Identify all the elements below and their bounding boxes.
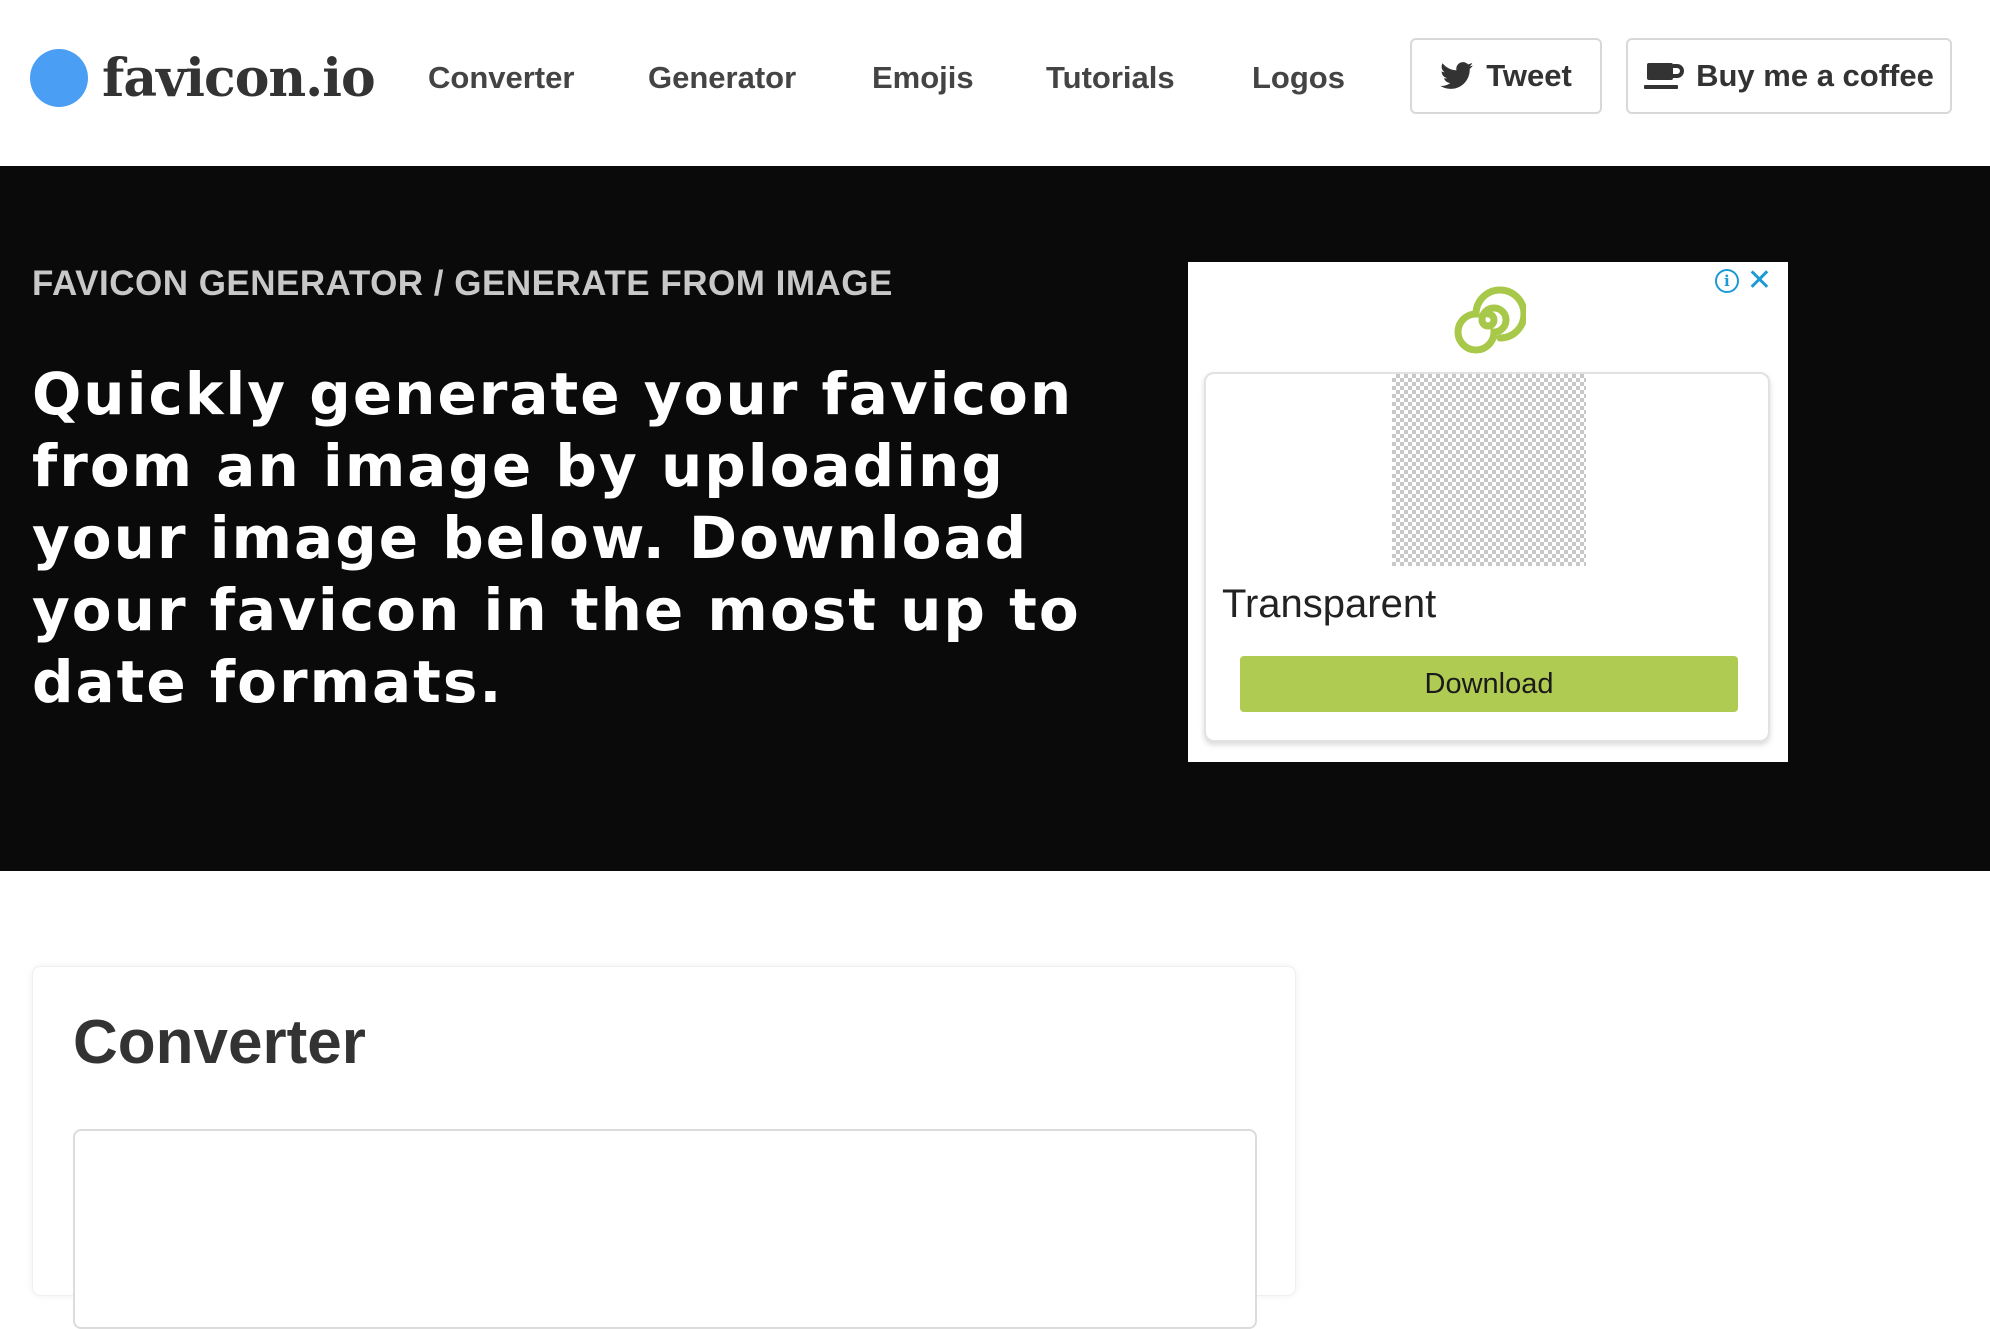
nav-generator[interactable]: Generator (648, 58, 796, 98)
ad-controls: i ✕ (1714, 266, 1772, 296)
ad-download-button[interactable]: Download (1240, 656, 1738, 712)
nav-converter[interactable]: Converter (428, 58, 574, 98)
hero-section: FAVICON GENERATOR / GENERATE FROM IMAGE … (0, 166, 1990, 871)
advertisement[interactable]: i ✕ Transparent Download (1188, 262, 1788, 762)
converter-title: Converter (73, 1008, 366, 1077)
nav-tutorials[interactable]: Tutorials (1046, 58, 1175, 98)
ad-close-icon[interactable]: ✕ (1747, 266, 1772, 296)
converter-card: Converter (32, 966, 1296, 1329)
site-logo[interactable]: favicon.io (30, 42, 376, 114)
logo-dot-icon (30, 49, 88, 107)
nav-emojis[interactable]: Emojis (872, 58, 974, 98)
ad-product-card[interactable]: Transparent Download (1204, 372, 1770, 742)
nav-logos[interactable]: Logos (1252, 58, 1345, 98)
logo-text: favicon.io (102, 47, 376, 109)
coffee-label: Buy me a coffee (1696, 58, 1934, 93)
ad-product-label: Transparent (1222, 582, 1437, 626)
coffee-cup-icon (1644, 63, 1685, 89)
ad-spiral-logo-icon (1454, 286, 1526, 354)
buy-coffee-button[interactable]: Buy me a coffee (1626, 38, 1952, 114)
site-header: favicon.io Converter Generator Emojis Tu… (0, 0, 1990, 166)
hero-title: Quickly generate your favicon from an im… (32, 360, 1081, 716)
ad-info-icon[interactable]: i (1714, 269, 1739, 293)
transparent-preview (1392, 374, 1586, 566)
twitter-bird-icon (1440, 62, 1474, 89)
tweet-label: Tweet (1486, 58, 1572, 93)
breadcrumb: FAVICON GENERATOR / GENERATE FROM IMAGE (32, 264, 893, 303)
tweet-button[interactable]: Tweet (1410, 38, 1602, 114)
upload-dropzone[interactable] (73, 1129, 1257, 1329)
